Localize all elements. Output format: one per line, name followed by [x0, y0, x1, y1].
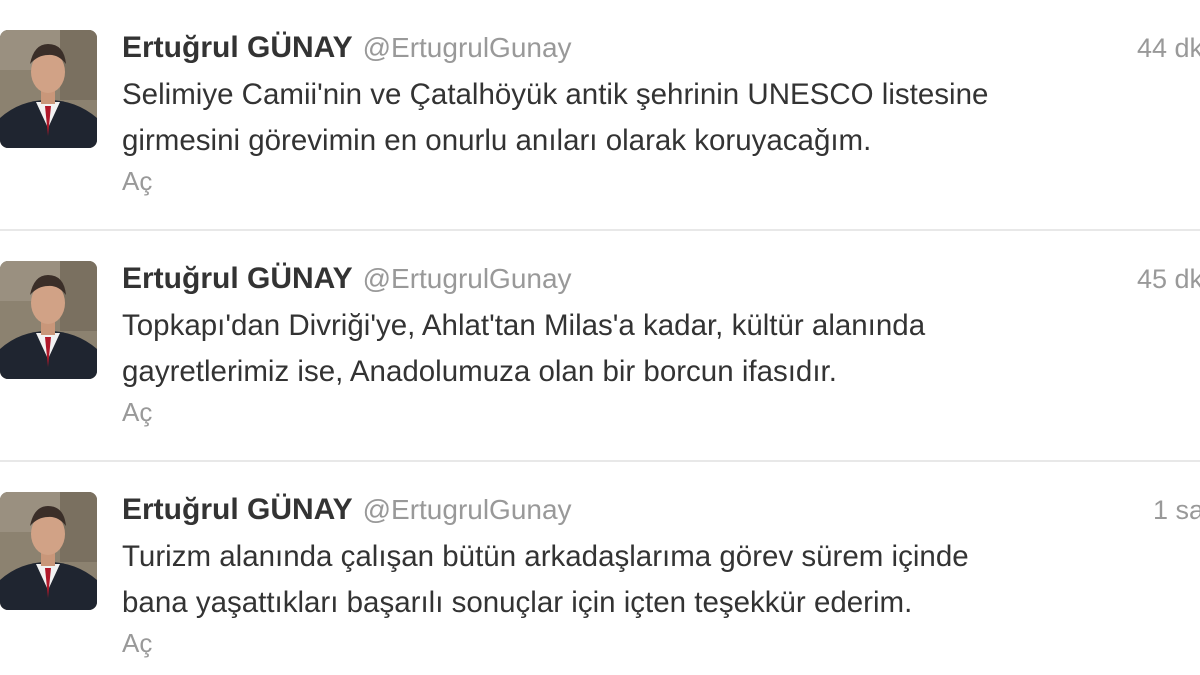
- expand-link[interactable]: Aç: [122, 628, 152, 659]
- avatar-photo-icon: [0, 261, 97, 379]
- avatar-photo-icon: [0, 492, 97, 610]
- tweet-text-line: bana yaşattıkları başarılı sonuçlar için…: [122, 586, 913, 619]
- author-fullname[interactable]: Ertuğrul GÜNAY: [122, 262, 353, 295]
- tweet-text-line: gayretlerimiz ise, Anadolumuza olan bir …: [122, 355, 837, 388]
- tweet-header: Ertuğrul GÜNAY @ErtugrulGunay: [122, 490, 572, 530]
- avatar[interactable]: [0, 261, 97, 379]
- tweet-text-line: Turizm alanında çalışan bütün arkadaşlar…: [122, 540, 969, 573]
- tweet-text-line: Topkapı'dan Divriği'ye, Ahlat'tan Milas'…: [122, 309, 926, 342]
- author-username[interactable]: @ErtugrulGunay: [363, 263, 572, 294]
- avatar[interactable]: [0, 30, 97, 148]
- author-username[interactable]: @ErtugrulGunay: [363, 32, 572, 63]
- tweet-item[interactable]: Ertuğrul GÜNAY @ErtugrulGunay 44 dk Selim…: [0, 0, 1200, 231]
- tweet-item[interactable]: Ertuğrul GÜNAY @ErtugrulGunay 45 dk Topka…: [0, 231, 1200, 462]
- tweet-text-line: Selimiye Camii'nin ve Çatalhöyük antik ş…: [122, 78, 989, 111]
- tweet-text: Selimiye Camii'nin ve Çatalhöyük antik ş…: [122, 72, 1182, 164]
- tweet-timestamp[interactable]: 1 sa: [1153, 492, 1200, 528]
- author-username[interactable]: @ErtugrulGunay: [363, 494, 572, 525]
- tweet-text: Topkapı'dan Divriği'ye, Ahlat'tan Milas'…: [122, 303, 1182, 395]
- author-fullname[interactable]: Ertuğrul GÜNAY: [122, 493, 353, 526]
- expand-link[interactable]: Aç: [122, 166, 152, 197]
- avatar[interactable]: [0, 492, 97, 610]
- tweet-text: Turizm alanında çalışan bütün arkadaşlar…: [122, 534, 1182, 626]
- tweet-text-line: girmesini görevimin en onurlu anıları ol…: [122, 124, 872, 157]
- expand-link[interactable]: Aç: [122, 397, 152, 428]
- author-fullname[interactable]: Ertuğrul GÜNAY: [122, 31, 353, 64]
- tweet-header: Ertuğrul GÜNAY @ErtugrulGunay: [122, 259, 572, 299]
- tweet-timestamp[interactable]: 44 dk: [1137, 30, 1200, 66]
- tweet-timestamp[interactable]: 45 dk: [1137, 261, 1200, 297]
- tweet-timeline: Ertuğrul GÜNAY @ErtugrulGunay 44 dk Selim…: [0, 0, 1200, 675]
- avatar-photo-icon: [0, 30, 97, 148]
- tweet-header: Ertuğrul GÜNAY @ErtugrulGunay: [122, 28, 572, 68]
- tweet-item[interactable]: Ertuğrul GÜNAY @ErtugrulGunay 1 sa Turizm…: [0, 462, 1200, 675]
